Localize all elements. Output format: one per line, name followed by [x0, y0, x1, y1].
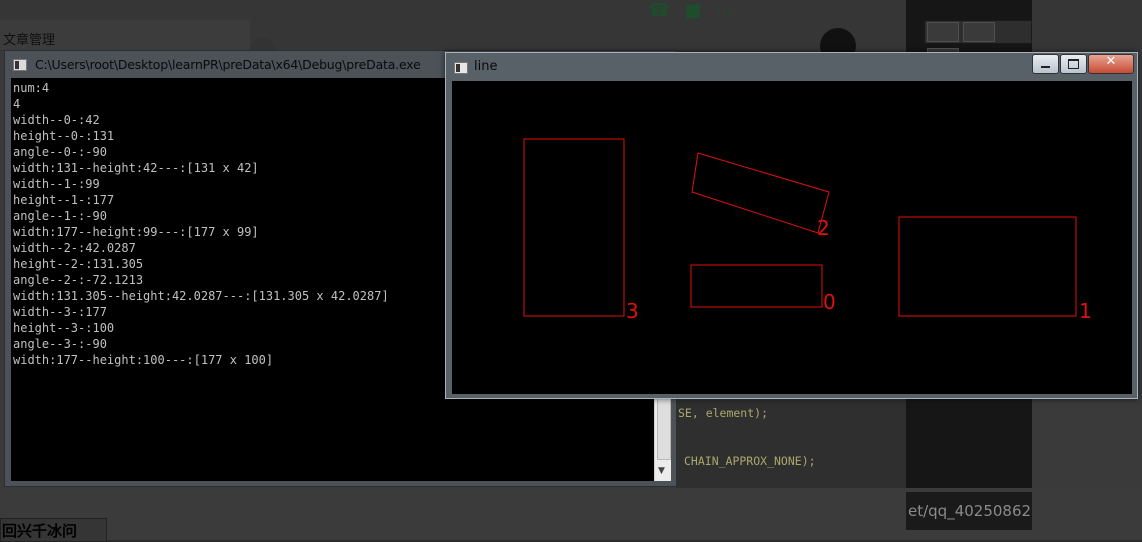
rect-2 — [691, 152, 830, 234]
console-line: 4 — [13, 97, 21, 111]
console-line: height--1-:177 — [13, 193, 115, 207]
console-line: angle--2-:-72.1213 — [13, 273, 144, 287]
label-2: 2 — [817, 216, 830, 240]
drawing-canvas: 3 2 0 1 — [452, 81, 1132, 394]
rect-1 — [898, 216, 1077, 317]
console-line: width:131--height:42---:[131 x 42] — [13, 161, 259, 175]
line-window-title: line — [474, 59, 498, 74]
background-window-controls — [924, 20, 1032, 68]
url-text: et/qq_40250862 — [908, 502, 1032, 520]
label-1: 1 — [1079, 299, 1092, 323]
rect-0 — [690, 264, 823, 308]
close-button[interactable]: ✕ — [1088, 54, 1134, 74]
console-line: height--0-:131 — [13, 129, 115, 143]
console-line: num:4 — [13, 81, 50, 95]
code-line: CHAIN_APPROX_NONE); — [684, 454, 816, 468]
minimize-button[interactable] — [1032, 54, 1059, 74]
console-line: angle--3-:-90 — [13, 337, 107, 351]
background-url: et/qq_40250862 — [906, 492, 1032, 530]
rect-3 — [523, 138, 625, 317]
console-line: height--2-:131.305 — [13, 257, 144, 271]
rectangles-drawing: 3 2 0 1 — [523, 138, 1092, 323]
console-line: angle--1-:-90 — [13, 209, 107, 223]
label-3: 3 — [626, 299, 639, 323]
window-controls: ✕ — [1031, 54, 1134, 74]
console-line: width--0-:42 — [13, 113, 100, 127]
maximize-button[interactable] — [1060, 54, 1087, 74]
console-lines: num:4 4 width--0-:42 height--0-:131 angle--0… — [13, 80, 389, 368]
console-line: angle--0-:-90 — [13, 145, 107, 159]
console-line: width:177--height:100---:[177 x 100] — [13, 353, 274, 367]
code-line: SE, element); — [678, 406, 769, 420]
close-icon: ✕ — [1105, 54, 1117, 69]
background-bottom-label: 回兴千冰问 — [2, 522, 78, 540]
console-line: width:131.305--height:42.0287---:[131.30… — [13, 289, 389, 303]
console-line: width--3-:177 — [13, 305, 107, 319]
line-window[interactable]: line ✕ 3 2 0 1 — [445, 52, 1138, 399]
console-line: width--2-:42.0287 — [13, 241, 136, 255]
console-line: width--1-:99 — [13, 177, 100, 191]
background-call-icons: ☎■⋯ — [648, 0, 748, 21]
console-line: height--3-:100 — [13, 321, 115, 335]
background-panel-label: 文章管理 — [3, 33, 56, 48]
background-code-editor: SE, element); CHAIN_APPROX_NONE); — [676, 400, 906, 490]
scroll-down-arrow-icon[interactable]: ▼ — [658, 466, 665, 476]
scrollbar-thumb[interactable] — [657, 398, 671, 460]
line-app-icon — [454, 62, 468, 74]
label-0: 0 — [823, 290, 836, 314]
console-line: width:177--height:99---:[177 x 99] — [13, 225, 259, 239]
